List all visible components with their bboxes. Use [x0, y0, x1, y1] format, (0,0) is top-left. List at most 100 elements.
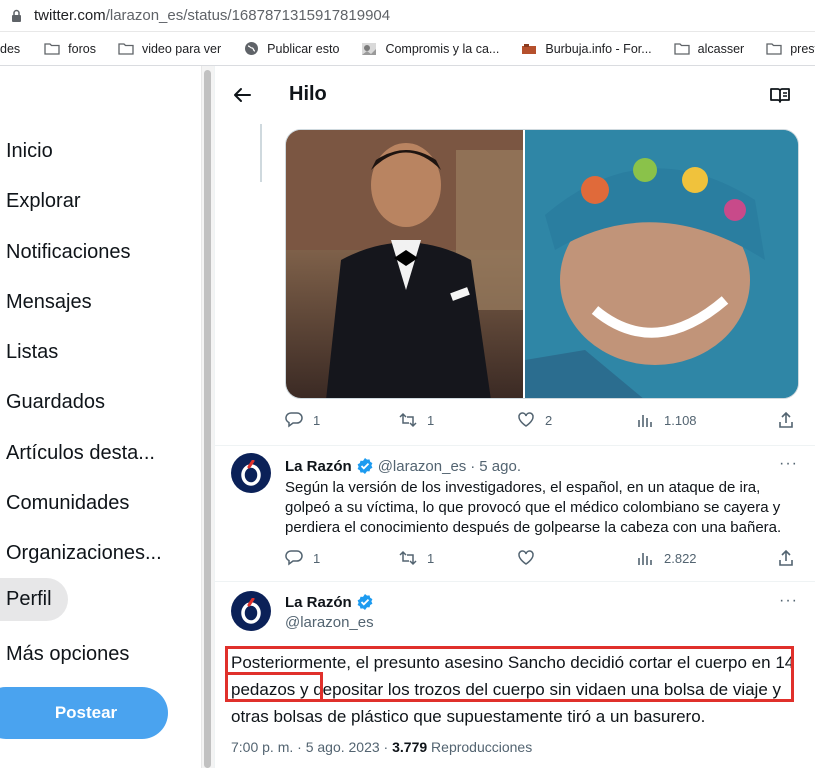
- view-count: 2.822: [664, 550, 697, 566]
- nav-item-organizaciones[interactable]: Organizaciones...: [6, 542, 162, 565]
- tweet-time[interactable]: 7:00 p. m. · 5 ago. 2023 ·: [231, 739, 392, 755]
- folder-icon: [674, 42, 690, 56]
- views-button[interactable]: 2.822: [636, 549, 697, 567]
- url-text[interactable]: twitter.com/larazon_es/status/1687871315…: [34, 7, 390, 24]
- author-name[interactable]: La Razón: [285, 594, 352, 611]
- thread-connector-line: [260, 124, 262, 182]
- tweet-timestamp[interactable]: 7:00 p. m. · 5 ago. 2023 · 3.779 Reprodu…: [231, 739, 532, 755]
- tweet-author[interactable]: La Razón: [285, 593, 374, 611]
- author-handle[interactable]: @larazon_es: [285, 613, 374, 633]
- image-icon: [361, 42, 377, 56]
- reply-button[interactable]: 1: [285, 411, 320, 429]
- folder-icon: [118, 42, 134, 56]
- divider: [215, 581, 815, 582]
- retweet-button[interactable]: 1: [399, 549, 434, 567]
- tweet-time[interactable]: 5 ago.: [479, 458, 521, 475]
- scrollbar-thumb[interactable]: [204, 70, 211, 768]
- avatar[interactable]: [231, 591, 271, 631]
- bookmark-label: alcasser: [697, 41, 745, 56]
- nav-item-explorar[interactable]: Explorar: [6, 190, 80, 213]
- nav-item-perfil[interactable]: Perfil: [0, 578, 68, 621]
- bookmark-label: Publicar esto: [267, 41, 340, 56]
- bookmark-label: video para ver: [141, 41, 222, 56]
- meta-separator: ·: [470, 457, 476, 475]
- nav-item-comunidades[interactable]: Comunidades: [6, 492, 129, 515]
- retweet-button[interactable]: 1: [399, 411, 434, 429]
- view-count: 3.779: [392, 739, 428, 755]
- nav-item-inicio[interactable]: Inicio: [6, 140, 53, 163]
- share-icon: [779, 549, 793, 566]
- more-options-icon[interactable]: ···: [779, 455, 798, 473]
- view-count: 1.108: [664, 412, 697, 428]
- bookmark-item[interactable]: foros: [44, 42, 96, 56]
- reply-count: 1: [313, 550, 321, 566]
- address-bar[interactable]: twitter.com/larazon_es/status/1687871315…: [0, 0, 815, 32]
- like-button[interactable]: 2: [517, 411, 552, 429]
- nav-item-mas-opciones[interactable]: Más opciones: [6, 643, 129, 666]
- share-button[interactable]: [777, 549, 805, 567]
- reply-icon: [285, 550, 303, 566]
- bookmark-item[interactable]: Publicar esto: [243, 42, 339, 56]
- like-button[interactable]: [517, 549, 545, 567]
- avatar[interactable]: [231, 453, 271, 493]
- brick-icon: [521, 42, 537, 56]
- page-title: Hilo: [289, 83, 327, 105]
- lock-icon[interactable]: [8, 8, 24, 24]
- thread-column: Hilo 1 1 2 1.108 La Razón @larazon_es · …: [214, 66, 815, 768]
- left-navigation: Inicio Explorar Notificaciones Mensajes …: [0, 66, 200, 768]
- globe-icon: [243, 42, 259, 56]
- like-count: 2: [545, 412, 553, 428]
- retweet-count: 1: [427, 412, 435, 428]
- bar-chart-icon: [638, 553, 652, 565]
- bookmark-item[interactable]: des: [0, 42, 20, 56]
- url-path: /larazon_es/status/1687871315917819904: [105, 7, 391, 24]
- folder-icon: [766, 42, 782, 56]
- tweet2-action-bar: 1 1 2.822: [215, 549, 815, 575]
- tweet-author[interactable]: La Razón @larazon_es · 5 ago.: [285, 457, 521, 475]
- tweet1-action-bar: 1 1 2 1.108: [215, 411, 815, 437]
- retweet-count: 1: [427, 550, 435, 566]
- tweet-text: Según la versión de los investigadores, …: [285, 479, 782, 536]
- reply-icon: [285, 412, 303, 428]
- bookmark-item[interactable]: Compromis y la ca...: [361, 42, 499, 56]
- tweet-media-image[interactable]: [285, 129, 799, 399]
- bookmark-item[interactable]: prestige: [766, 42, 815, 56]
- heart-icon: [518, 550, 534, 565]
- bookmark-label: prestige: [790, 41, 815, 56]
- url-host: twitter.com: [34, 7, 106, 24]
- la-razon-logo-icon: [241, 598, 261, 624]
- folder-icon: [44, 42, 60, 56]
- share-button[interactable]: [777, 411, 805, 429]
- bookmark-label: Burbuja.info - For...: [545, 41, 652, 56]
- bookmark-item[interactable]: alcasser: [674, 41, 745, 56]
- more-options-icon[interactable]: ···: [779, 592, 798, 610]
- author-handle[interactable]: @larazon_es: [378, 458, 467, 475]
- retweet-icon: [399, 550, 417, 566]
- nav-item-mensajes[interactable]: Mensajes: [6, 291, 92, 314]
- reply-count: 1: [313, 412, 321, 428]
- annotation-box-highlight: [225, 672, 323, 702]
- nav-item-listas[interactable]: Listas: [6, 341, 58, 364]
- verified-badge-icon: [357, 458, 373, 474]
- views-button[interactable]: 1.108: [636, 411, 697, 429]
- verified-badge-icon: [357, 594, 373, 610]
- author-name[interactable]: La Razón: [285, 458, 352, 475]
- nav-item-guardados[interactable]: Guardados: [6, 391, 105, 414]
- nav-item-notificaciones[interactable]: Notificaciones: [6, 241, 131, 264]
- thread-header: Hilo: [215, 66, 815, 124]
- post-button[interactable]: Postear: [0, 687, 168, 739]
- back-arrow-icon[interactable]: [231, 84, 253, 106]
- heart-icon: [518, 412, 534, 427]
- la-razon-logo-icon: [241, 460, 261, 486]
- bookmark-label: des: [0, 41, 21, 56]
- views-label: Reproducciones: [427, 739, 533, 755]
- bookmark-item[interactable]: Burbuja.info - For...: [521, 41, 652, 56]
- bookmark-item[interactable]: video para ver: [118, 42, 221, 56]
- reader-mode-icon[interactable]: [769, 84, 791, 106]
- photo-man-in-surgical-cap[interactable]: [523, 130, 798, 398]
- bookmarks-bar: des foros video para ver Publicar esto C…: [0, 32, 815, 66]
- reply-button[interactable]: 1: [285, 549, 320, 567]
- bookmark-label: Compromis y la ca...: [385, 41, 500, 56]
- photo-man-in-tuxedo[interactable]: [286, 130, 524, 398]
- nav-item-articulos-destacados[interactable]: Artículos desta...: [6, 442, 155, 465]
